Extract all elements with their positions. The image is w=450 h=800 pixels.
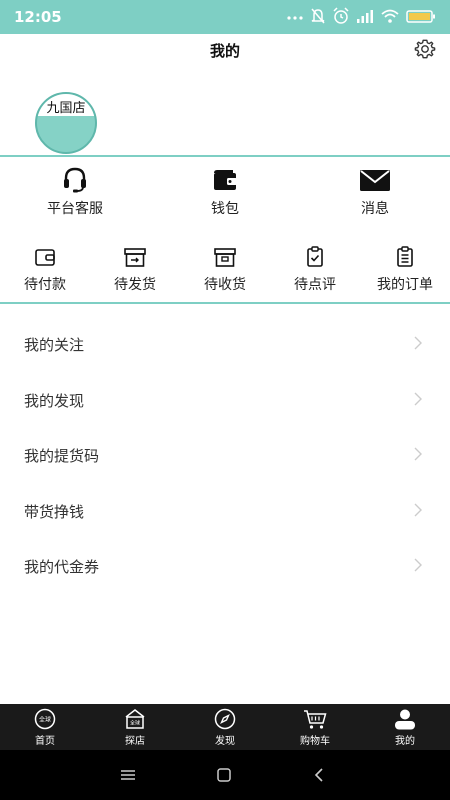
settings-button[interactable] — [414, 38, 436, 60]
box-icon — [214, 248, 236, 267]
tab-home[interactable]: 全球 首页 — [0, 704, 90, 750]
tab-cart[interactable]: 购物车 — [270, 704, 360, 750]
divider — [0, 302, 450, 304]
bottom-tab-bar: 全球 首页 全球 探店 发现 购物车 我的 — [0, 704, 450, 750]
divider — [0, 155, 450, 157]
order-all-orders[interactable]: 我的订单 — [360, 244, 450, 300]
quick-action-messages[interactable]: 消息 — [300, 160, 450, 222]
gear-icon — [414, 39, 436, 59]
headset-icon — [64, 167, 86, 193]
cart-icon — [304, 710, 327, 729]
tab-label: 发现 — [215, 736, 235, 747]
order-status-label: 待付款 — [24, 277, 66, 293]
menu-item-pickup-code[interactable]: 我的提货码 — [0, 427, 450, 483]
order-pending-shipment[interactable]: 待发货 — [90, 244, 180, 300]
tab-label: 购物车 — [300, 736, 330, 747]
tab-me[interactable]: 我的 — [360, 704, 450, 750]
menu-item-following[interactable]: 我的关注 — [0, 316, 450, 372]
quick-action-customer-service[interactable]: 平台客服 — [0, 160, 150, 222]
menu-item-earn-money[interactable]: 带货挣钱 — [0, 483, 450, 539]
clipboard-list-icon — [397, 246, 413, 267]
chevron-right-icon — [414, 558, 422, 572]
order-status-row: 待付款 待发货 待收货 待点评 我的订单 — [0, 244, 450, 300]
chevron-right-icon — [414, 447, 422, 461]
battery-icon — [406, 10, 435, 23]
menu-item-label: 带货挣钱 — [24, 502, 85, 521]
tab-explore-shops[interactable]: 全球 探店 — [90, 704, 180, 750]
signal-icon — [357, 10, 373, 23]
menu-item-label: 我的关注 — [24, 336, 85, 354]
avatar-label: 九国店 — [46, 101, 86, 116]
status-icons — [286, 6, 436, 26]
wallet-outline-icon — [35, 249, 55, 266]
wallet-icon — [214, 170, 237, 190]
order-pending-payment[interactable]: 待付款 — [0, 244, 90, 300]
menu-item-label: 我的发现 — [24, 391, 85, 410]
menu-icon — [121, 770, 135, 780]
shop-icon: 全球 — [125, 709, 145, 729]
chevron-right-icon — [414, 503, 422, 516]
quick-action-label: 平台客服 — [47, 201, 103, 217]
menu-item-vouchers[interactable]: 我的代金券 — [0, 538, 450, 594]
status-time: 12:05 — [14, 8, 62, 26]
tab-label: 探店 — [125, 736, 145, 747]
mail-icon — [360, 170, 390, 191]
box-arrow-icon — [124, 248, 146, 267]
system-nav-bar — [0, 750, 450, 800]
order-status-label: 待点评 — [294, 277, 336, 293]
quick-actions: 平台客服 钱包 消息 — [0, 160, 450, 222]
clipboard-check-icon — [307, 246, 323, 267]
quick-action-label: 消息 — [361, 201, 389, 217]
more-icon — [287, 16, 303, 20]
mute-icon — [311, 8, 325, 24]
order-pending-receipt[interactable]: 待收货 — [180, 244, 270, 300]
nav-menu-button[interactable] — [118, 766, 138, 784]
order-status-label: 我的订单 — [377, 277, 433, 293]
menu-item-discoveries[interactable]: 我的发现 — [0, 372, 450, 428]
menu-list: 我的关注 我的发现 我的提货码 带货挣钱 我的代金券 — [0, 316, 450, 594]
chevron-right-icon — [414, 392, 422, 405]
header: 我的 — [0, 34, 450, 66]
page-title: 我的 — [209, 42, 240, 60]
menu-item-label: 我的提货码 — [24, 447, 100, 465]
tab-badge-text: 全球 — [39, 716, 51, 724]
back-icon — [314, 768, 323, 782]
home-square-icon — [217, 768, 231, 782]
menu-item-label: 我的代金券 — [24, 558, 100, 576]
tab-discover[interactable]: 发现 — [180, 704, 270, 750]
compass-icon — [214, 708, 236, 730]
wifi-icon — [381, 9, 399, 23]
order-status-label: 待收货 — [204, 277, 246, 293]
avatar[interactable]: 九国店 — [35, 92, 97, 154]
profile-section: 九国店 — [0, 66, 450, 156]
alarm-icon — [333, 7, 349, 24]
quick-action-label: 钱包 — [211, 201, 239, 217]
globe-badge-icon: 全球 — [34, 708, 56, 730]
chevron-right-icon — [414, 336, 422, 350]
user-icon — [395, 709, 415, 730]
nav-home-button[interactable] — [214, 766, 234, 784]
status-bar: 12:05 — [0, 0, 450, 34]
nav-back-button[interactable] — [310, 766, 330, 784]
order-status-label: 待发货 — [114, 277, 156, 293]
quick-action-wallet[interactable]: 钱包 — [150, 160, 300, 222]
order-pending-review[interactable]: 待点评 — [270, 244, 360, 300]
tab-badge-text: 全球 — [130, 720, 140, 727]
tab-label: 首页 — [35, 736, 55, 747]
tab-label: 我的 — [395, 736, 415, 747]
